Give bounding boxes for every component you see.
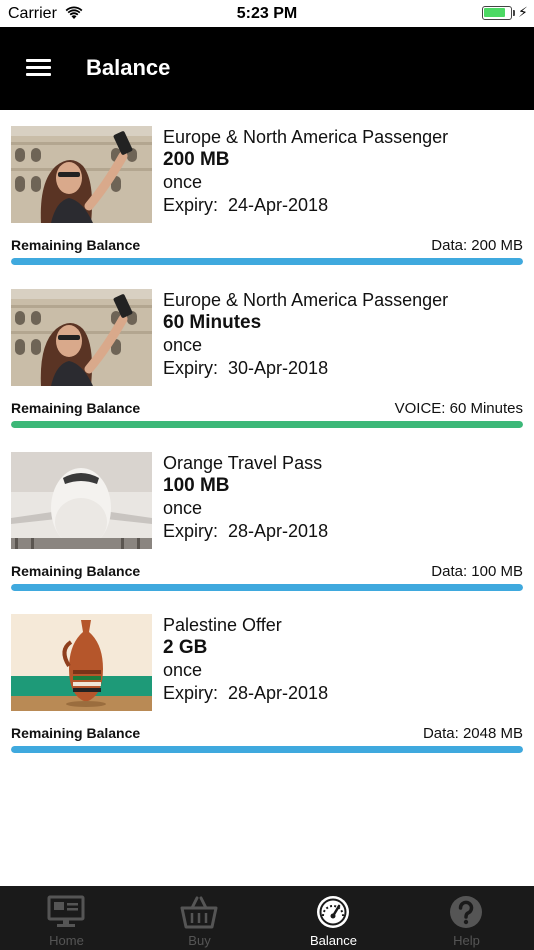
bottom-tab-bar: Home Buy Balance Help (0, 886, 534, 950)
plan-name: Palestine Offer (163, 615, 282, 635)
remaining-balance-value: VOICE: 60 Minutes (394, 400, 523, 417)
battery-nub (513, 10, 515, 16)
plan-frequency: once (163, 660, 203, 680)
tab-label-balance: Balance (310, 933, 357, 948)
plan-expiry: Expiry: 24-Apr-2018 (163, 194, 329, 215)
balance-progress-fill (11, 584, 523, 591)
plan-name: Europe & North America Passenger (163, 127, 449, 147)
plan-thumbnail (11, 614, 152, 711)
remaining-balance-value: Data: 100 MB (431, 563, 523, 580)
plan-card[interactable]: Europe & North America Passenger 60 Minu… (0, 289, 534, 452)
plan-info: Palestine Offer 2 GB once Expiry: 28-Apr… (163, 614, 523, 704)
plan-name: Orange Travel Pass (163, 453, 323, 473)
plan-amount: 60 Minutes (163, 311, 262, 333)
battery-icon (482, 6, 512, 20)
plan-thumbnail (11, 452, 152, 549)
tab-balance[interactable]: Balance (267, 886, 400, 950)
remaining-balance-label: Remaining Balance (11, 237, 141, 253)
plan-expiry: Expiry: 28-Apr-2018 (163, 682, 329, 703)
tab-label-help: Help (453, 933, 480, 948)
plan-amount: 100 MB (163, 474, 230, 496)
basket-icon (180, 896, 218, 929)
plan-frequency: once (163, 172, 203, 192)
balance-progress-bar (11, 421, 523, 428)
question-icon (450, 896, 482, 928)
plan-info: Europe & North America Passenger 60 Minu… (163, 289, 523, 379)
balance-progress-fill (11, 258, 523, 265)
plan-name: Europe & North America Passenger (163, 290, 449, 310)
charging-bolt-icon: ⚡︎ (518, 4, 528, 20)
plan-expiry: Expiry: 28-Apr-2018 (163, 520, 329, 541)
tab-buy[interactable]: Buy (133, 886, 266, 950)
balance-progress-fill (11, 421, 523, 428)
status-time: 5:23 PM (236, 5, 298, 22)
balance-progress-fill (11, 746, 523, 753)
plan-frequency: once (163, 335, 203, 355)
plan-card[interactable]: Palestine Offer 2 GB once Expiry: 28-Apr… (0, 614, 534, 777)
remaining-balance-label: Remaining Balance (11, 725, 141, 741)
plan-info: Europe & North America Passenger 200 MB … (163, 126, 523, 216)
plan-card[interactable]: Orange Travel Pass 100 MB once Expiry: 2… (0, 452, 534, 615)
balance-progress-bar (11, 258, 523, 265)
plan-expiry: Expiry: 30-Apr-2018 (163, 357, 329, 378)
balance-progress-bar (11, 584, 523, 591)
plan-thumbnail (11, 126, 152, 223)
remaining-balance-value: Data: 2048 MB (422, 725, 523, 742)
remaining-balance-value: Data: 200 MB (431, 237, 523, 254)
balance-progress-bar (11, 746, 523, 753)
hamburger-menu-icon[interactable] (26, 59, 51, 77)
page-title: Balance (86, 55, 171, 80)
tab-help[interactable]: Help (400, 886, 533, 950)
tab-label-buy: Buy (188, 933, 211, 948)
tab-home[interactable]: Home (0, 886, 133, 950)
remaining-balance-label: Remaining Balance (11, 563, 141, 579)
plan-frequency: once (163, 498, 203, 518)
plan-amount: 2 GB (163, 636, 208, 658)
monitor-icon (47, 895, 85, 927)
plan-card[interactable]: Europe & North America Passenger 200 MB … (0, 126, 534, 289)
plan-info: Orange Travel Pass 100 MB once Expiry: 2… (163, 452, 523, 542)
gauge-icon (317, 896, 349, 928)
plan-thumbnail (11, 289, 152, 386)
remaining-balance-label: Remaining Balance (11, 400, 141, 416)
plan-amount: 200 MB (163, 148, 230, 170)
app-header: Balance (0, 27, 534, 110)
status-bar: Carrier 5:23 PM ⚡︎ (0, 0, 534, 27)
tab-label-home: Home (49, 933, 84, 948)
